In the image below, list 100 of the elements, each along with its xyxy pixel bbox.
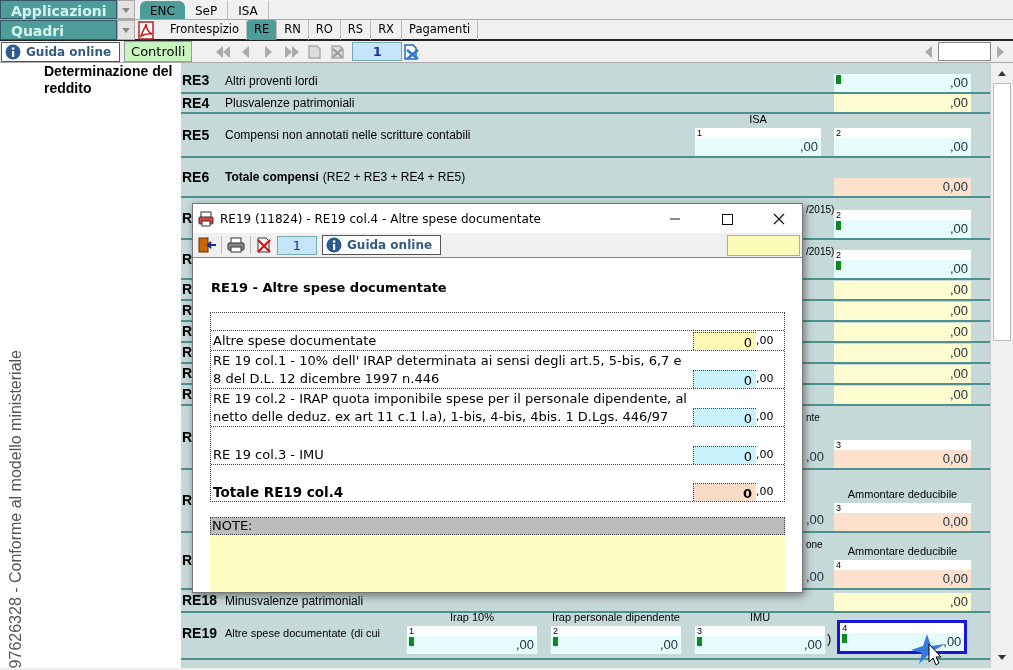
input-field[interactable]: 3 ,00 [695,626,825,654]
input-field[interactable]: 2 ,00 [834,128,971,156]
decimal-text: ,00 [756,484,773,500]
input-field[interactable]: 4 ,00 [837,620,968,654]
amount-field[interactable]: 0 [693,407,756,426]
row-label: /2015) [806,245,835,259]
pdf-icon[interactable] [135,20,157,40]
input-field[interactable]: 3 0,00 [834,440,971,468]
input-field[interactable]: ,00 [834,593,971,611]
last-icon[interactable] [283,43,301,60]
input-field[interactable]: 0,00 [834,178,971,196]
field-value: ,00 [949,73,968,92]
row-code: RE6 [182,167,210,187]
entry-label: Altre spese documentate [212,331,378,350]
help-button[interactable]: Guida online [1,41,121,62]
field-value: ,00 [949,592,968,611]
bracket-text: ) [826,629,833,648]
row-code: R [182,249,193,269]
row-code: R [182,280,193,299]
input-field[interactable]: ,00 [834,344,971,362]
page-input[interactable] [938,42,991,61]
input-field[interactable]: ,00 [834,365,971,383]
help-button[interactable]: Guida online [322,235,442,255]
section-tab[interactable]: RS [340,20,372,40]
notes-field[interactable] [210,534,785,592]
module-tab[interactable]: ISA [228,1,269,19]
field-value: 0,00 [942,177,968,196]
input-field[interactable]: ,00 [834,323,971,341]
field-value: ,00 [949,219,968,238]
entry-label: Totale RE19 col.4 [212,482,345,501]
field-value: ,00 [806,567,825,586]
amount-field[interactable]: 0 [693,445,756,464]
row-label: Plusvalenze patrimoniali [225,95,355,112]
field-number: 4 [841,623,849,633]
input-field[interactable]: ,00 [834,386,971,404]
row-code: R [182,427,193,447]
input-field[interactable]: ,00 [834,94,971,112]
field-number: 2 [835,210,842,220]
input-field[interactable]: 3 0,00 [834,503,971,531]
section-tab[interactable]: Pagamenti [402,20,479,40]
input-field[interactable]: ,00 [834,302,971,320]
column-heading: Ammontare deducibile [846,488,959,502]
entry-label: RE 19 col.2 - IRAP quota imponibile spese per il personale dipendente, al netto delle deduz. ex art 11 c.1 l.a), 1-bis, 4-bis, 4bis. 1 D.Lgs. 446/97 [212,389,688,426]
column-heading: IMU [748,611,772,625]
checks-button[interactable]: Controlli [124,41,193,62]
section-tab[interactable]: RN [277,20,309,40]
window-title: RE19 (11824) - RE19 col.4 - Altre spese documentate [220,210,542,228]
row-code: R [182,322,193,341]
input-field[interactable]: 1 ,00 [407,626,537,654]
field-value: 0,00 [942,569,968,588]
delete-page-icon[interactable] [329,43,347,60]
decimal-text: ,00 [756,409,773,425]
row-code: RE3 [182,71,210,90]
input-field[interactable] [727,234,800,256]
field-value: ,00 [949,259,968,278]
input-field[interactable]: 2 ,00 [834,250,971,278]
input-field[interactable]: 4 0,00 [834,560,971,588]
row-code: RE19 [182,624,218,643]
field-value: ,00 [799,137,818,156]
input-field[interactable]: 2 ,00 [551,626,681,654]
field-value: ,00 [949,364,968,383]
module-tab[interactable]: ENC [140,1,185,19]
section-tab[interactable]: Frontespizio [163,20,247,40]
field-number: 3 [835,440,842,450]
input-field[interactable]: 2 ,00 [834,210,971,238]
input-field[interactable]: 1 ,00 [695,128,821,156]
exit-icon[interactable] [197,236,217,254]
row-code: R [182,208,193,228]
first-icon[interactable] [214,43,232,60]
row-label: /2015) [806,203,835,217]
field-number: 1 [408,626,415,636]
field-value: ,00 [949,385,968,404]
field-value: 0,00 [942,449,968,468]
section-tab[interactable]: RO [308,20,341,40]
column-heading: Irap 10% [449,611,495,625]
field-value: ,00 [806,510,825,529]
delete-icon[interactable] [255,236,273,254]
input-field[interactable]: ,00 [834,74,971,92]
row-label: (di cui [350,626,381,642]
module-tab[interactable]: SeP [184,1,229,19]
column-heading: ISA [748,113,768,127]
field-value: ,00 [949,343,968,362]
page-field[interactable]: 1 [277,235,317,255]
notes-label: NOTE: [210,516,785,535]
field-value: ,00 [515,635,534,654]
input-field[interactable]: ,00 [834,281,971,299]
scroll-thumb[interactable] [993,83,1011,341]
printer-icon[interactable] [226,236,246,254]
page-field[interactable]: 1 [352,42,403,61]
row-label: Compensi non annotati nelle scritture contabili [225,127,471,144]
amount-field[interactable]: 0 [693,482,756,501]
amount-field[interactable]: 0 [693,369,756,388]
field-value: ,00 [803,635,822,654]
page-icon[interactable] [306,43,324,60]
down-arrow-icon [997,654,1007,662]
section-tab[interactable]: RE [246,20,278,40]
section-tab[interactable]: RX [371,20,402,40]
row-code: RE5 [182,125,210,145]
field-value: ,00 [806,447,825,466]
amount-field[interactable]: 0 [693,331,756,350]
